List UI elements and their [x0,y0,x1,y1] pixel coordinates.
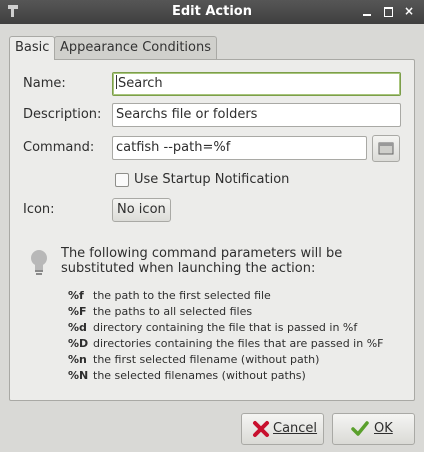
parameter-row: %d directory containing the file that is … [68,320,383,336]
tab-basic[interactable]: Basic [9,36,56,60]
checkmark-icon [351,421,369,436]
parameter-desc: the selected filenames (without paths) [93,369,306,382]
tab-appearance-conditions[interactable]: Appearance Conditions [54,36,217,59]
parameter-code: %N [68,369,89,382]
name-value: Search [118,76,163,91]
name-label: Name: [23,76,66,91]
parameter-row: %n the first selected filename (without p… [68,352,383,368]
cancel-label: Cancel [273,421,318,436]
icon-select-button[interactable]: No icon [112,198,171,222]
minimize-button[interactable] [360,4,374,18]
parameter-desc: the path to the first selected file [93,289,271,302]
description-input[interactable]: Searchs file or folders [112,103,401,127]
parameter-code: %F [68,305,87,318]
parameter-row: %f the path to the first selected file [68,288,383,304]
description-label: Description: [23,107,102,122]
command-input[interactable]: catfish --path=%f [112,136,367,160]
parameter-desc: directory containing the file that is pa… [93,321,358,334]
parameter-code: %n [68,353,87,366]
startup-notification-checkbox[interactable] [115,173,129,187]
ok-button[interactable]: OK [332,413,415,445]
browse-button[interactable] [372,135,400,162]
parameter-desc: the paths to all selected files [93,305,253,318]
parameter-row: %D directories containing the files that … [68,336,383,352]
folder-icon [378,142,394,155]
maximize-icon [384,7,393,17]
parameter-code: %d [68,321,87,334]
parameter-list: %f the path to the first selected file %F… [68,288,383,384]
ok-label: OK [374,421,393,436]
parameter-code: %f [68,289,84,302]
title-bar[interactable]: Edit Action × [0,0,424,24]
icon-label: Icon: [23,202,55,217]
close-icon: × [403,4,415,18]
cancel-icon [253,421,269,437]
parameter-desc: the first selected filename (without pat… [93,353,320,366]
lightbulb-icon [31,250,47,275]
parameter-row: %N the selected filenames (without paths) [68,368,383,384]
name-input[interactable]: Search [112,72,401,96]
minimize-icon [363,14,371,16]
parameter-code: %D [68,337,89,350]
maximize-button[interactable] [381,4,395,18]
parameter-row: %F the paths to all selected files [68,304,383,320]
text-cursor [116,75,117,89]
startup-notification-label[interactable]: Use Startup Notification [134,172,289,187]
hint-text: The following command parameters will be… [61,246,343,276]
parameter-desc: directories containing the files that ar… [93,337,384,350]
cancel-button[interactable]: Cancel [241,413,324,445]
command-label: Command: [23,140,95,155]
close-button[interactable]: × [402,4,416,18]
